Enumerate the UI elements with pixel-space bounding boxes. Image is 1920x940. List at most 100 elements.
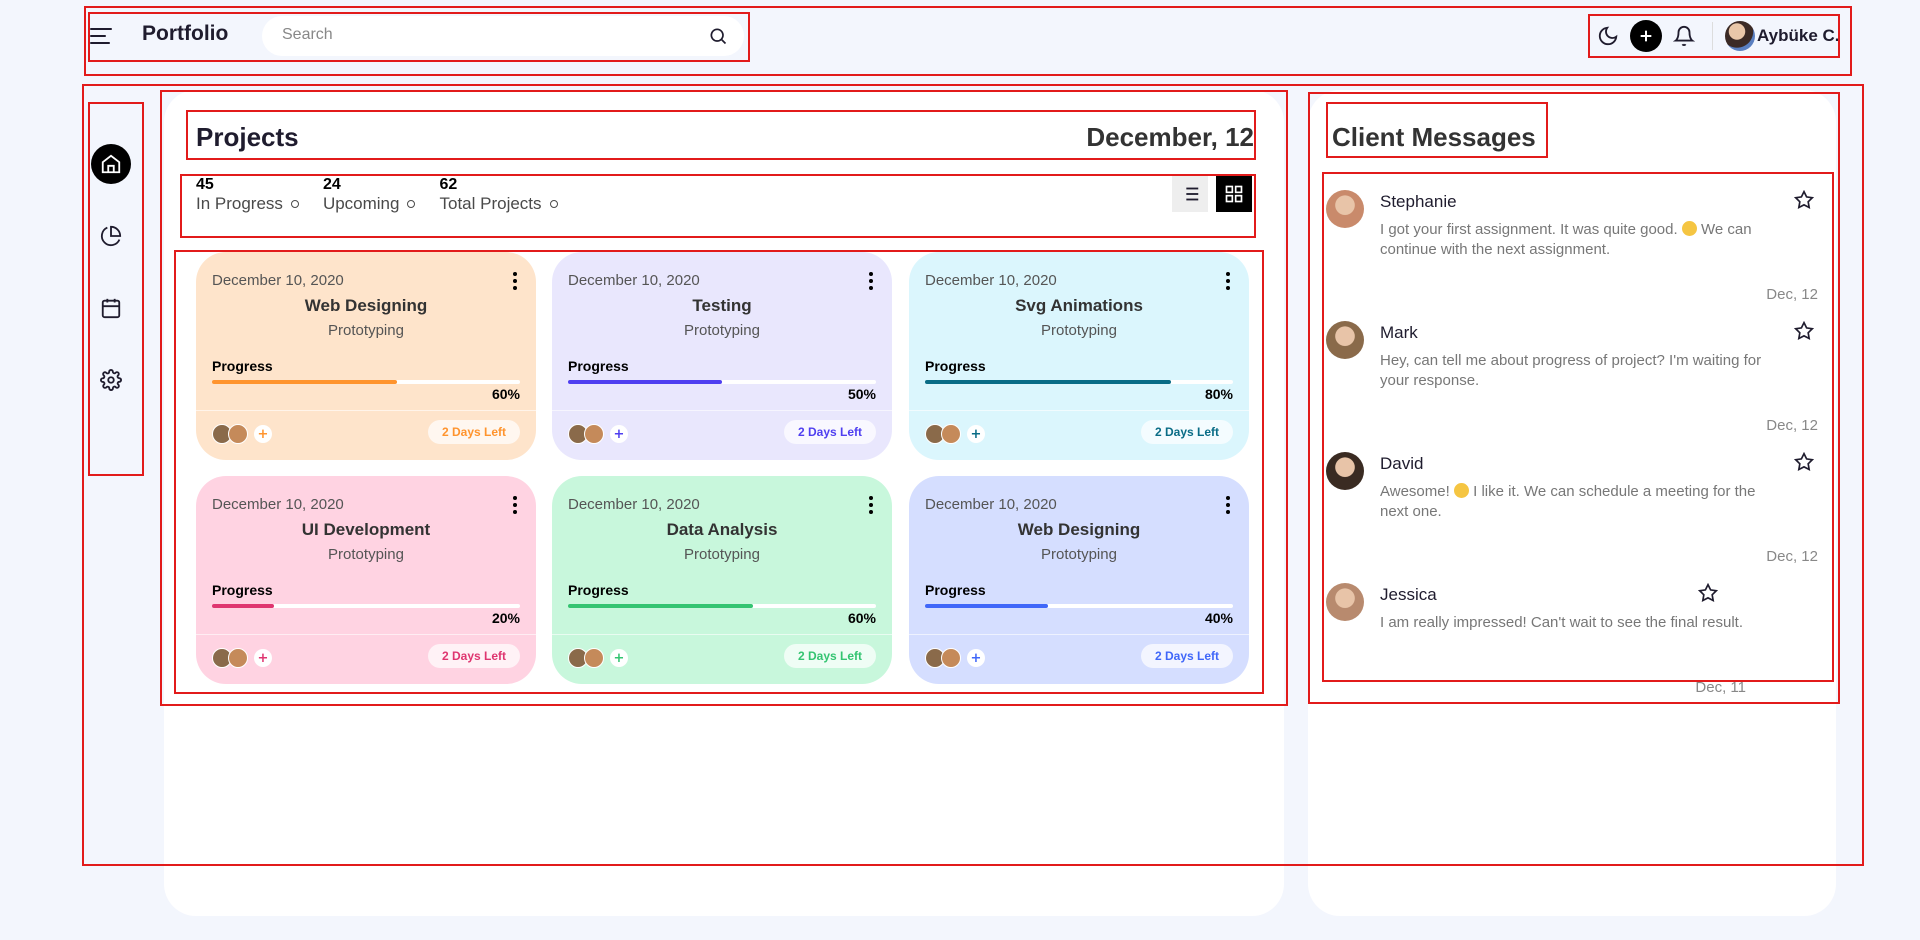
progress-track xyxy=(925,604,1233,608)
emoji-icon xyxy=(1453,483,1469,498)
more-options-icon[interactable] xyxy=(1225,496,1231,516)
add-icon[interactable] xyxy=(1630,20,1662,52)
progress-label: Progress xyxy=(925,358,986,374)
message-body: Awesome! I like it. We can schedule a me… xyxy=(1380,482,1770,522)
participant-avatar xyxy=(941,424,961,444)
card-date: December 10, 2020 xyxy=(212,272,344,289)
add-participant-icon[interactable]: + xyxy=(610,425,628,443)
pie-chart-icon xyxy=(100,225,122,246)
progress-label: Progress xyxy=(212,358,273,374)
card-subtitle: Prototyping xyxy=(684,322,760,339)
header-actions: Aybüke C. xyxy=(1592,16,1840,56)
days-left-badge: 2 Days Left xyxy=(427,644,520,668)
participants: + xyxy=(568,424,628,444)
card-divider xyxy=(196,410,536,411)
message-text: Hey, can tell me about progress of proje… xyxy=(1380,352,1762,389)
card-date: December 10, 2020 xyxy=(568,496,700,513)
menu-icon[interactable] xyxy=(90,28,112,44)
participant-avatar xyxy=(584,648,604,668)
stat-label: In Progress xyxy=(196,194,283,213)
stat-value: 45 xyxy=(196,176,214,193)
days-left-badge: 2 Days Left xyxy=(783,420,876,444)
notification-bell-icon[interactable] xyxy=(1668,20,1700,52)
star-icon[interactable] xyxy=(1794,321,1814,341)
sidebar-item-chart[interactable] xyxy=(91,216,131,256)
progress-track xyxy=(212,604,520,608)
card-date: December 10, 2020 xyxy=(925,272,1057,289)
message-item[interactable]: David Awesome! I like it. We can schedule… xyxy=(1326,434,1818,565)
project-card[interactable]: December 10, 2020 UI Development Prototypi… xyxy=(196,476,536,684)
project-card[interactable]: December 10, 2020 Svg Animations Prototypi… xyxy=(909,252,1249,460)
progress-label: Progress xyxy=(568,358,629,374)
search-bar[interactable] xyxy=(262,16,744,56)
profile-button[interactable]: Aybüke C. xyxy=(1725,21,1840,51)
list-view-button[interactable] xyxy=(1172,176,1208,212)
progress-fill xyxy=(568,380,722,384)
add-participant-icon[interactable]: + xyxy=(967,425,985,443)
grid-view-button[interactable] xyxy=(1216,176,1252,212)
participant-avatar xyxy=(228,424,248,444)
card-date: December 10, 2020 xyxy=(212,496,344,513)
progress-label: Progress xyxy=(212,582,273,598)
message-item[interactable]: Jessica I am really impressed! Can't wait… xyxy=(1326,565,1818,696)
progress-fill xyxy=(212,604,274,608)
days-left-badge: 2 Days Left xyxy=(783,644,876,668)
add-participant-icon[interactable]: + xyxy=(254,649,272,667)
message-text: I got your first assignment. It was quit… xyxy=(1380,221,1678,238)
header-divider xyxy=(1712,22,1713,50)
add-participant-icon[interactable]: + xyxy=(254,425,272,443)
message-item[interactable]: Mark Hey, can tell me about progress of p… xyxy=(1326,303,1818,434)
more-options-icon[interactable] xyxy=(512,496,518,516)
star-icon[interactable] xyxy=(1698,583,1718,603)
add-participant-icon[interactable]: + xyxy=(610,649,628,667)
participant-avatar xyxy=(584,424,604,444)
sidebar-item-calendar[interactable] xyxy=(91,288,131,328)
dark-mode-icon[interactable] xyxy=(1592,20,1624,52)
card-title: Web Designing xyxy=(1017,520,1141,539)
project-card[interactable]: December 10, 2020 Web Designing Prototypin… xyxy=(909,476,1249,684)
project-card[interactable]: December 10, 2020 Web Designing Prototypin… xyxy=(196,252,536,460)
project-stats: 45 In Progress 24 Upcoming 62 Total Proj… xyxy=(196,176,582,214)
avatar xyxy=(1326,321,1364,359)
search-input[interactable] xyxy=(282,26,682,44)
sidebar xyxy=(88,104,142,476)
progress-percent: 80% xyxy=(1204,386,1233,402)
project-card[interactable]: December 10, 2020 Testing Prototyping Progr… xyxy=(552,252,892,460)
projects-date: December, 12 xyxy=(1086,122,1254,152)
star-icon[interactable] xyxy=(1794,190,1814,210)
stat-in-progress: 45 In Progress xyxy=(196,176,299,214)
participant-avatar xyxy=(228,648,248,668)
circle-icon xyxy=(407,200,416,208)
avatar xyxy=(1725,21,1755,51)
emoji-icon xyxy=(1681,221,1697,236)
card-date: December 10, 2020 xyxy=(568,272,700,289)
card-title: Testing xyxy=(692,296,752,315)
stat-value: 62 xyxy=(439,176,458,193)
sidebar-item-settings[interactable] xyxy=(91,360,131,400)
search-icon[interactable] xyxy=(708,26,728,46)
message-item[interactable]: Stephanie I got your first assignment. It… xyxy=(1326,172,1818,303)
circle-icon xyxy=(549,200,558,208)
more-options-icon[interactable] xyxy=(512,272,518,292)
project-card[interactable]: December 10, 2020 Data Analysis Prototypin… xyxy=(552,476,892,684)
star-icon[interactable] xyxy=(1794,452,1814,472)
list-icon xyxy=(1181,187,1199,201)
days-left-badge: 2 Days Left xyxy=(427,420,520,444)
more-options-icon[interactable] xyxy=(868,272,874,292)
card-subtitle: Prototyping xyxy=(328,546,404,563)
more-options-icon[interactable] xyxy=(1225,272,1231,292)
message-date: Dec, 12 xyxy=(1766,417,1818,434)
more-options-icon[interactable] xyxy=(868,496,874,516)
card-title: Data Analysis xyxy=(666,520,778,539)
days-left-badge: 2 Days Left xyxy=(1140,644,1233,668)
card-title: UI Development xyxy=(301,520,431,539)
card-divider xyxy=(552,634,892,635)
participant-avatar xyxy=(941,648,961,668)
sidebar-item-home[interactable] xyxy=(91,144,131,184)
stat-value: 24 xyxy=(322,176,341,193)
message-date: Dec, 12 xyxy=(1766,286,1818,303)
participants: + xyxy=(212,424,272,444)
calendar-icon xyxy=(101,298,121,319)
add-participant-icon[interactable]: + xyxy=(967,649,985,667)
messages-title: Client Messages xyxy=(1332,122,1536,152)
